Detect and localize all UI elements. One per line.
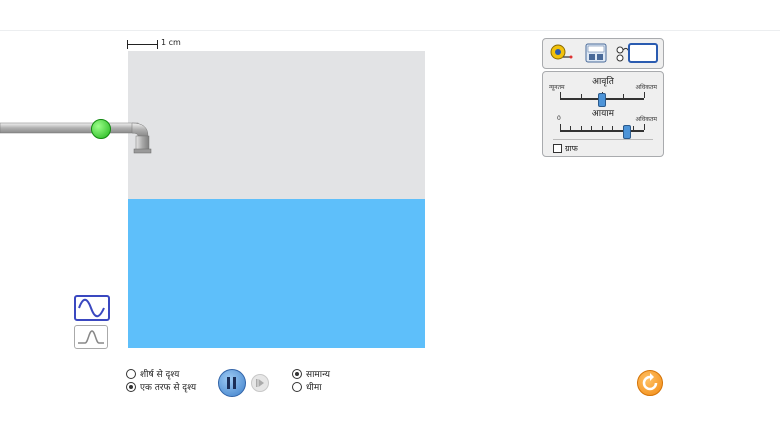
scale-bar: 1 cm (127, 38, 207, 52)
graph-checkbox[interactable] (553, 144, 562, 153)
control-panel: आवृति न्यूनतम अधिकतम आयाम 0 अधिकतम ग्राफ (542, 71, 664, 157)
pulse-wave-icon (78, 330, 104, 344)
reset-icon (642, 373, 658, 391)
measuring-tape-icon[interactable] (549, 42, 573, 64)
top-view-option[interactable]: शीर्ष से दृश्य (126, 367, 196, 380)
frequency-min-label: न्यूनतम (549, 84, 565, 91)
side-view-option[interactable]: एक तरफ से दृश्य (126, 380, 196, 393)
amplitude-track (560, 130, 644, 132)
continuous-wave-button[interactable] (74, 295, 110, 321)
normal-speed-option[interactable]: सामान्य (292, 367, 330, 380)
reset-button[interactable] (637, 370, 663, 396)
amplitude-max-label: अधिकतम (635, 116, 657, 123)
normal-speed-label: सामान्य (306, 370, 331, 380)
stopwatch-icon[interactable] (585, 42, 607, 64)
graph-label: ग्राफ (565, 144, 578, 153)
water-tank (128, 51, 425, 348)
amplitude-slider-thumb[interactable] (623, 125, 632, 139)
side-view-radio[interactable] (126, 381, 136, 392)
faucet (0, 122, 152, 154)
slow-speed-label: धीमा (306, 383, 322, 393)
slow-speed-radio[interactable] (292, 381, 302, 392)
view-radio-group: शीर्ष से दृश्य एक तरफ से दृश्य (126, 367, 196, 393)
normal-speed-radio[interactable] (292, 368, 302, 379)
pause-button[interactable] (218, 369, 246, 397)
sine-wave-icon (78, 298, 105, 318)
speed-radio-group: सामान्य धीमा (292, 367, 330, 393)
top-bar (0, 0, 780, 31)
scale-label: 1 cm (161, 38, 181, 47)
top-view-radio[interactable] (126, 368, 136, 379)
faucet-green-button[interactable] (91, 119, 111, 139)
side-view-label: एक तरफ से दृश्य (140, 383, 197, 393)
water-surface (128, 199, 425, 348)
slow-speed-option[interactable]: धीमा (292, 380, 330, 393)
frequency-max-label: अधिकतम (635, 84, 657, 91)
pulse-wave-button[interactable] (74, 325, 108, 349)
amplitude-min-label: 0 (557, 115, 561, 122)
step-forward-icon (256, 379, 264, 387)
step-button[interactable] (251, 374, 269, 392)
wave-detector-icon[interactable] (615, 42, 659, 64)
tool-panel (542, 38, 664, 69)
top-view-label: शीर्ष से दृश्य (140, 370, 180, 380)
frequency-slider-thumb[interactable] (598, 93, 606, 107)
graph-toggle[interactable]: ग्राफ (553, 143, 578, 154)
